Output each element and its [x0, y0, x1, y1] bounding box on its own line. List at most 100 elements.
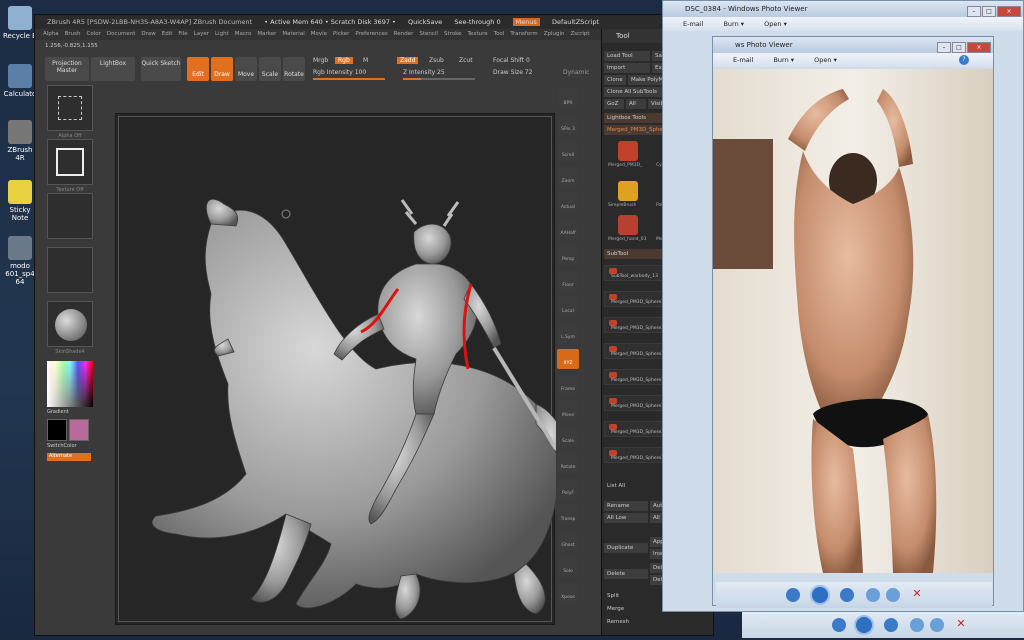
- shelf-solo-button[interactable]: Solo: [557, 557, 579, 577]
- scale-button[interactable]: Scale: [259, 57, 281, 81]
- front-close-icon[interactable]: ×: [967, 42, 991, 53]
- back-previous-icon[interactable]: [832, 618, 846, 632]
- draw-size-slider[interactable]: Draw Size 72: [493, 69, 532, 76]
- texture-slot[interactable]: [47, 139, 93, 185]
- rotate-cw-icon[interactable]: [886, 588, 900, 602]
- menu-item-stencil[interactable]: Stencil: [419, 31, 438, 37]
- delete-photo-icon[interactable]: ✕: [910, 588, 924, 602]
- menu-item-movie[interactable]: Movie: [311, 31, 327, 37]
- shelf-actual-button[interactable]: Actual: [557, 193, 579, 213]
- back-rotate-ccw-icon[interactable]: [910, 618, 924, 632]
- load-tool-button[interactable]: Load Tool: [604, 51, 650, 61]
- back-minimize-icon[interactable]: –: [967, 6, 981, 17]
- menu-item-macro[interactable]: Macro: [235, 31, 252, 37]
- front-open-menu[interactable]: Open ▾: [814, 56, 837, 64]
- back-delete-photo-icon[interactable]: ✕: [954, 618, 968, 632]
- tool-thumbnail[interactable]: [618, 181, 638, 201]
- shelf-bpr-button[interactable]: BPR: [557, 89, 579, 109]
- alternate-button[interactable]: Alternate: [47, 453, 91, 461]
- tool-thumbnail[interactable]: [618, 141, 638, 161]
- menus-button[interactable]: Menus: [512, 18, 540, 26]
- canvas-viewport[interactable]: [115, 113, 556, 626]
- shelf-xyz-button[interactable]: XYZ: [557, 349, 579, 369]
- menu-item-stroke[interactable]: Stroke: [444, 31, 462, 37]
- z-intensity-slider[interactable]: Z Intensity 25: [403, 69, 445, 76]
- primary-color-swatch[interactable]: [47, 419, 67, 441]
- shelf-transp-button[interactable]: Transp: [557, 505, 579, 525]
- mrgb-toggle[interactable]: Mrgb: [313, 57, 328, 64]
- back-maximize-icon[interactable]: □: [982, 6, 996, 17]
- back-open-menu[interactable]: Open ▾: [764, 20, 787, 28]
- color-picker[interactable]: [47, 361, 93, 407]
- next-icon[interactable]: [840, 588, 854, 602]
- tool-thumbnail[interactable]: [618, 215, 638, 235]
- shelf-local-button[interactable]: Local: [557, 297, 579, 317]
- menu-item-texture[interactable]: Texture: [468, 31, 488, 37]
- shelf-move-button[interactable]: Move: [557, 401, 579, 421]
- shelf-l-sym-button[interactable]: L.Sym: [557, 323, 579, 343]
- menu-item-zplugin[interactable]: Zplugin: [544, 31, 565, 37]
- back-rotate-cw-icon[interactable]: [930, 618, 944, 632]
- menu-item-render[interactable]: Render: [394, 31, 414, 37]
- desktop-icon[interactable]: Calculato: [2, 64, 38, 98]
- back-next-icon[interactable]: [884, 618, 898, 632]
- see-through-slider[interactable]: See-through 0: [454, 18, 500, 26]
- projection-master-button[interactable]: Projection Master: [45, 57, 89, 81]
- shelf-polyf-button[interactable]: PolyF: [557, 479, 579, 499]
- quicksave-button[interactable]: QuickSave: [408, 18, 442, 26]
- back-slideshow-icon[interactable]: [854, 615, 874, 635]
- desktop-icon[interactable]: modo 601_sp4 64: [2, 236, 38, 286]
- duplicate-button[interactable]: Duplicate: [604, 543, 648, 553]
- menu-item-file[interactable]: File: [178, 31, 187, 37]
- desktop-icon[interactable]: Recycle B: [2, 6, 38, 40]
- shelf-rotate-button[interactable]: Rotate: [557, 453, 579, 473]
- list-all-button[interactable]: List All: [604, 481, 644, 491]
- menu-item-color[interactable]: Color: [87, 31, 101, 37]
- shelf-xpose-button[interactable]: Xpose: [557, 583, 579, 603]
- menu-item-preferences[interactable]: Preferences: [355, 31, 387, 37]
- shelf-zoom-button[interactable]: Zoom: [557, 167, 579, 187]
- alpha2-slot[interactable]: [47, 247, 93, 293]
- back-burn-menu[interactable]: Burn ▾: [723, 20, 744, 28]
- shelf-floor-button[interactable]: Floor: [557, 271, 579, 291]
- zadd-toggle[interactable]: Zadd: [397, 57, 419, 64]
- back-email-menu[interactable]: E-mail: [683, 20, 703, 28]
- dynamic-toggle[interactable]: Dynamic: [563, 69, 589, 76]
- move-button[interactable]: Move: [235, 57, 257, 81]
- menu-item-marker[interactable]: Marker: [257, 31, 276, 37]
- all-low-button[interactable]: All Low: [604, 513, 648, 523]
- menu-item-document[interactable]: Document: [107, 31, 136, 37]
- desktop-icon[interactable]: Sticky Note: [2, 180, 38, 222]
- m-toggle[interactable]: M: [363, 57, 368, 64]
- edit-button[interactable]: Edit: [187, 57, 209, 81]
- front-email-menu[interactable]: E-mail: [733, 56, 753, 64]
- switchcolor-button[interactable]: SwitchColor: [47, 443, 77, 449]
- shelf-aahalf-button[interactable]: AAHalf: [557, 219, 579, 239]
- zbrush-window[interactable]: ZBrush 4R5 [PSDW-2LBB-NH3S-A8A3-W4AP] ZB…: [34, 14, 714, 636]
- quick-sketch-button[interactable]: Quick Sketch: [141, 57, 181, 81]
- menu-item-alpha[interactable]: Alpha: [43, 31, 59, 37]
- menu-item-picker[interactable]: Picker: [333, 31, 349, 37]
- menu-item-layer[interactable]: Layer: [194, 31, 209, 37]
- secondary-color-swatch[interactable]: [69, 419, 89, 441]
- alpha-slot[interactable]: [47, 85, 93, 131]
- sculpt-model[interactable]: [116, 114, 556, 626]
- goz-all-button[interactable]: All: [626, 99, 646, 109]
- clone-button[interactable]: Clone: [604, 75, 626, 85]
- previous-icon[interactable]: [786, 588, 800, 602]
- menu-item-light[interactable]: Light: [215, 31, 229, 37]
- desktop-icon[interactable]: ZBrush 4R: [2, 120, 38, 162]
- back-close-icon[interactable]: ×: [997, 6, 1021, 17]
- help-icon[interactable]: ?: [959, 55, 969, 65]
- slideshow-icon[interactable]: [810, 585, 830, 605]
- menu-item-edit[interactable]: Edit: [162, 31, 173, 37]
- shelf-ghost-button[interactable]: Ghost: [557, 531, 579, 551]
- front-minimize-icon[interactable]: –: [937, 42, 951, 53]
- focal-shift-slider[interactable]: Focal Shift 0: [493, 57, 530, 64]
- menu-item-brush[interactable]: Brush: [65, 31, 81, 37]
- photo-viewer-front-window[interactable]: ws Photo Viewer – □ × E-mail Burn ▾ Open ▾…: [712, 36, 994, 606]
- delete-button[interactable]: Delete: [604, 569, 648, 579]
- rgb-intensity-slider[interactable]: Rgb Intensity 100: [313, 69, 366, 76]
- shelf-frame-button[interactable]: Frame: [557, 375, 579, 395]
- zsub-toggle[interactable]: Zsub: [429, 57, 444, 64]
